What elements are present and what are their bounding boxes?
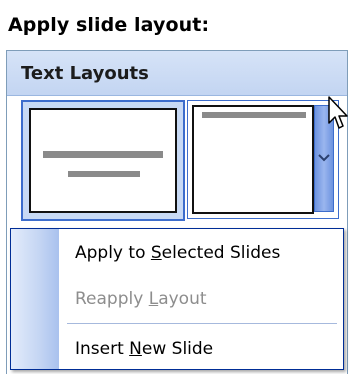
apply-slide-layout-heading: Apply slide layout: — [8, 14, 210, 36]
menu-separator — [67, 323, 337, 324]
text-layouts-title: Text Layouts — [21, 63, 149, 84]
title-only-layout-thumbnail[interactable] — [187, 100, 339, 219]
mouse-pointer-icon — [328, 96, 348, 129]
insert-new-slide-menu-item[interactable]: Insert New Slide — [11, 329, 343, 369]
layout-slide-preview — [29, 108, 177, 213]
menu-item-label: Reapply Layout — [75, 289, 207, 309]
slide-layout-pane: Apply slide layout: Text Layouts Apply t… — [0, 0, 352, 374]
title-slide-layout-thumbnail[interactable] — [21, 100, 185, 221]
title-placeholder-line — [202, 112, 306, 118]
chevron-down-icon — [318, 154, 330, 162]
layout-context-menu: Apply to Selected Slides Reapply Layout … — [10, 228, 344, 370]
title-placeholder-line — [43, 151, 163, 158]
subtitle-placeholder-line — [68, 171, 140, 177]
layout-slide-preview — [192, 105, 314, 214]
reapply-layout-menu-item[interactable]: Reapply Layout — [11, 279, 343, 319]
menu-item-label: Insert New Slide — [75, 339, 214, 359]
text-layouts-header[interactable]: Text Layouts — [7, 51, 347, 96]
apply-to-selected-slides-menu-item[interactable]: Apply to Selected Slides — [11, 233, 343, 273]
menu-item-label: Apply to Selected Slides — [75, 243, 281, 263]
